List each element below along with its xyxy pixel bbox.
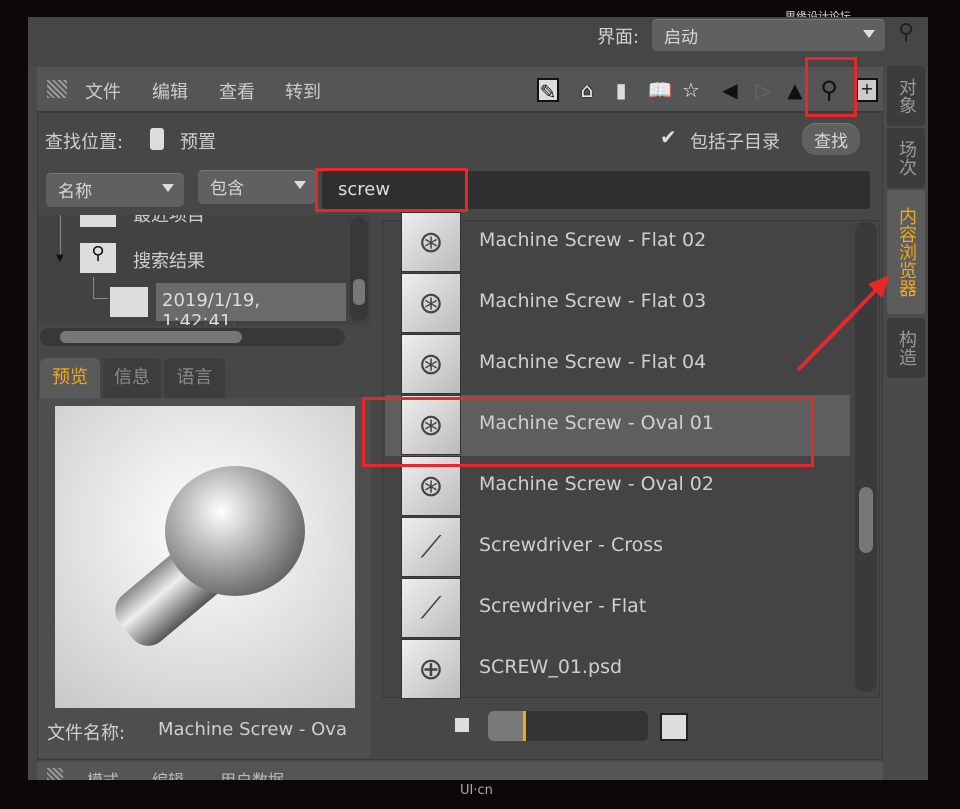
preview-image xyxy=(55,406,355,708)
list-item-label: Screwdriver - Cross xyxy=(479,534,664,556)
list-item[interactable]: ⊛ Machine Screw - Flat 04 xyxy=(385,334,850,395)
tree-item-recent[interactable]: 最近项目 xyxy=(133,215,205,227)
tab-language[interactable]: 语言 xyxy=(164,358,225,398)
screw-icon: ⊛ xyxy=(401,273,461,333)
folder-icon xyxy=(80,215,116,227)
chevron-down-icon xyxy=(162,184,174,192)
tab-preview[interactable]: 预览 xyxy=(40,358,100,398)
annotation-arrow xyxy=(796,275,890,372)
tree-item-search-session[interactable]: 2019/1/19, 1:42:41, xyxy=(156,283,346,325)
back-icon[interactable]: ◀ xyxy=(715,78,745,102)
list-item[interactable]: ⊛ Machine Screw - Flat 02 xyxy=(385,212,850,273)
bottom-menu-user-data[interactable]: 用户数据 xyxy=(220,767,284,780)
list-item-label: SCREW_01.psd xyxy=(479,656,623,678)
star-icon[interactable]: ☆ xyxy=(680,78,702,102)
tree-line xyxy=(93,277,108,299)
watermark-bottom: UI·cn xyxy=(460,783,493,798)
tab-info[interactable]: 信息 xyxy=(103,358,161,398)
chevron-down-icon xyxy=(294,181,306,189)
search-location-label: 查找位置: xyxy=(45,132,124,153)
book-icon[interactable]: 📖 xyxy=(645,78,675,102)
small-thumb-icon[interactable] xyxy=(455,718,469,732)
search-folder-icon: ⚲ xyxy=(80,243,116,273)
layout-dropdown[interactable]: 启动 xyxy=(652,19,885,51)
list-item-label: Machine Screw - Oval 02 xyxy=(479,473,714,495)
list-item[interactable]: ⊕ SCREW_01.psd xyxy=(385,639,850,700)
search-button[interactable]: 查找 xyxy=(802,123,860,155)
tree-vscrollbar[interactable] xyxy=(350,217,368,321)
annotation-box xyxy=(805,57,857,117)
bottle-icon[interactable]: ▮ xyxy=(610,78,632,102)
list-item[interactable]: ⟋ Screwdriver - Flat xyxy=(385,578,850,639)
screw-icon: ⊛ xyxy=(401,334,461,394)
add-pane-icon[interactable]: + xyxy=(856,78,878,102)
expand-arrow-icon[interactable]: ▼ xyxy=(56,253,64,264)
grip-icon[interactable] xyxy=(47,80,67,98)
list-item[interactable]: ⟋ Screwdriver - Cross xyxy=(385,517,850,578)
home-icon[interactable]: ⌂ xyxy=(576,78,598,102)
edit-icon[interactable]: ✎ xyxy=(537,78,559,104)
side-tab-takes[interactable]: 场次 xyxy=(887,128,925,188)
list-item-label: Machine Screw - Flat 03 xyxy=(479,290,707,312)
layout-label: 界面: xyxy=(597,27,640,48)
bottom-menu-mode[interactable]: 模式 xyxy=(87,767,119,780)
tree-item-search-results[interactable]: 搜索结果 xyxy=(133,247,205,273)
screwdriver-icon: ⟋ xyxy=(401,578,461,638)
include-subdirs-label: 包括子目录 xyxy=(690,132,780,153)
screw-head xyxy=(165,466,305,596)
menu-edit[interactable]: 编辑 xyxy=(152,78,188,104)
tree-hscrollbar[interactable] xyxy=(40,328,345,346)
screwdriver-icon: ⟋ xyxy=(401,517,461,577)
menu-file[interactable]: 文件 xyxy=(85,78,121,104)
annotation-box xyxy=(362,397,814,467)
menu-goto[interactable]: 转到 xyxy=(285,78,321,104)
thumbnail-size-slider[interactable] xyxy=(488,711,648,741)
file-name-label: 文件名称: xyxy=(47,723,126,744)
bottle-icon xyxy=(150,128,164,150)
crosshair-icon: ⊕ xyxy=(401,639,461,699)
folder-icon xyxy=(110,287,148,317)
field-dropdown[interactable]: 名称 xyxy=(46,173,184,207)
list-item-label: Screwdriver - Flat xyxy=(479,595,647,617)
bottom-menu-edit[interactable]: 编辑 xyxy=(152,767,184,780)
include-subdirs-checkbox[interactable]: ✔ xyxy=(660,125,677,149)
grip-icon[interactable] xyxy=(47,768,63,780)
operator-dropdown[interactable]: 包含 xyxy=(198,170,316,204)
file-name-value: Machine Screw - Ova xyxy=(158,719,347,740)
bottom-panel-bar: 模式 编辑 用户数据 xyxy=(37,762,883,780)
cursor-icon[interactable]: ▲ xyxy=(784,78,806,102)
side-tab-objects[interactable]: 对象 xyxy=(887,66,925,126)
chevron-down-icon xyxy=(863,30,875,38)
large-thumb-icon[interactable] xyxy=(660,713,688,741)
screw-icon: ⊛ xyxy=(401,212,461,272)
forward-icon[interactable]: ▷ xyxy=(748,78,778,102)
search-icon[interactable]: ⚲ xyxy=(898,20,914,45)
menu-view[interactable]: 查看 xyxy=(219,78,255,104)
folder-tree: 最近项目 ▼ ⚲ 搜索结果 2019/1/19, 1:42:41, xyxy=(38,215,370,325)
list-item[interactable]: ⊛ Machine Screw - Flat 03 xyxy=(385,273,850,334)
annotation-box xyxy=(315,168,468,212)
list-item-label: Machine Screw - Flat 02 xyxy=(479,229,707,251)
search-location-value: 预置 xyxy=(180,132,216,153)
list-item-label: Machine Screw - Flat 04 xyxy=(479,351,707,373)
